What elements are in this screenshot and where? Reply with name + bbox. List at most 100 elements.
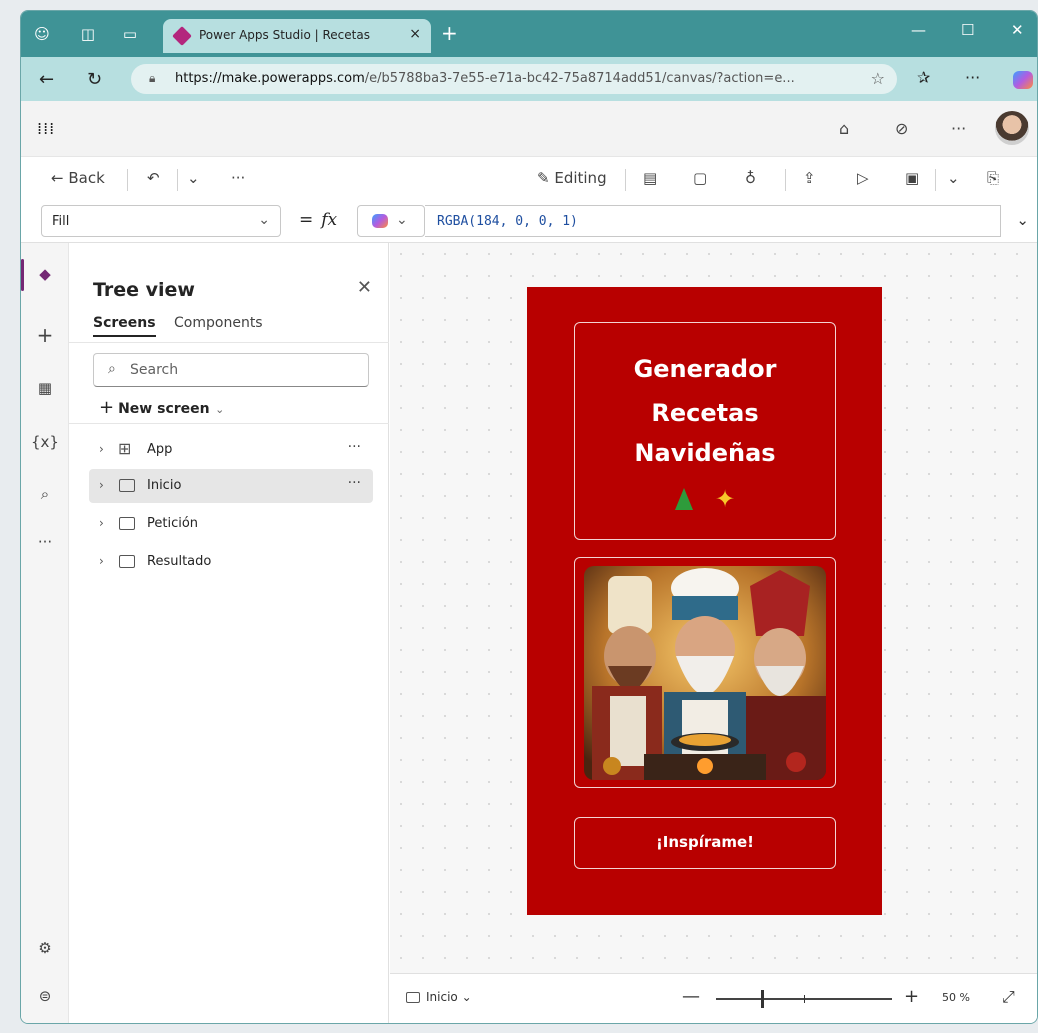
more-icon[interactable]: ··· (231, 169, 245, 187)
inspirame-button[interactable]: ¡Inspírame! (574, 817, 836, 869)
zoom-in-button[interactable]: + (904, 986, 919, 1007)
app-header: ⁞⁞⁞ ⌂ ⊘ ··· (21, 101, 1037, 157)
screen-icon (119, 517, 135, 530)
refresh-icon[interactable]: ↻ (87, 69, 102, 90)
more-icon[interactable]: ··· (348, 439, 361, 455)
stethoscope-icon[interactable]: ♁ (745, 169, 756, 187)
tab-actions-icon[interactable]: ▭ (119, 23, 141, 45)
separator (127, 169, 128, 191)
property-value: Fill (52, 214, 70, 229)
chevron-right-icon[interactable]: › (99, 554, 104, 568)
variables-icon[interactable]: {x} (21, 433, 69, 451)
editing-button[interactable]: ✎ Editing (537, 169, 607, 187)
settings-icon[interactable]: ⚙ (21, 939, 69, 957)
app-screen-inicio[interactable]: Generador Recetas Navideñas ✦ ¡Inspírame… (527, 287, 882, 915)
three-kings-cooking-image[interactable] (584, 566, 826, 780)
status-bar: Inicio ⌄ — + 50 % ⤢ (390, 973, 1037, 1023)
chevron-right-icon[interactable]: › (99, 516, 104, 530)
tree-node-inicio[interactable]: › Inicio ··· (89, 469, 373, 503)
browser-window: ☺ ◫ ▭ Power Apps Studio | Recetas × + — … (20, 10, 1038, 1024)
workspaces-icon[interactable]: ◫ (77, 23, 99, 45)
copilot-formula-button[interactable]: ⌄ (357, 205, 425, 237)
minimize-icon[interactable]: — (911, 21, 926, 39)
powerapps-icon (172, 26, 192, 46)
new-tab-button[interactable]: + (441, 21, 458, 45)
chevron-down-icon[interactable]: ⌄ (1016, 211, 1029, 229)
zoom-slider[interactable] (716, 990, 892, 1008)
tree-view-panel: Tree view ✕ Screens Components ⌕ Search … (69, 243, 389, 1023)
emoji-row: ✦ (575, 485, 835, 513)
back-arrow-icon[interactable]: ← (39, 69, 54, 90)
title-container[interactable]: Generador Recetas Navideñas ✦ (574, 322, 836, 540)
tree-node-resultado[interactable]: › Resultado (89, 545, 373, 579)
favorites-icon[interactable]: ✰ (917, 68, 930, 87)
plus-icon[interactable]: + (21, 323, 69, 347)
zoom-slider-tick (804, 995, 805, 1003)
waffle-icon[interactable]: ⁞⁞⁞ (37, 119, 55, 138)
zoom-out-button[interactable]: — (682, 986, 700, 1007)
separator (177, 169, 178, 191)
title-line-3: Navideñas (634, 439, 776, 467)
title-line-2: Recetas (651, 399, 759, 427)
chevron-down-icon[interactable]: ⌄ (187, 169, 200, 187)
chevron-right-icon[interactable]: › (99, 442, 104, 456)
share-icon[interactable]: ⇪ (803, 169, 816, 187)
more-icon[interactable]: ··· (21, 533, 69, 551)
more-icon[interactable]: ··· (348, 475, 361, 491)
new-screen-button[interactable]: + New screen ⌄ (99, 397, 224, 418)
tree-node-peticion[interactable]: › Petición (89, 507, 373, 541)
lock-icon: 🔒︎ (149, 71, 156, 85)
back-button[interactable]: ← Back (51, 169, 105, 187)
comment-icon[interactable]: ▢ (693, 169, 707, 187)
more-icon[interactable]: ··· (965, 68, 980, 87)
copilot-icon (372, 214, 388, 228)
close-icon[interactable]: × (409, 26, 421, 42)
play-icon[interactable]: ▷ (857, 169, 869, 187)
data-icon[interactable]: ▦ (21, 379, 69, 397)
save-icon[interactable]: ▣ (905, 169, 919, 187)
image-container[interactable] (574, 557, 836, 788)
formula-input[interactable]: RGBA(184, 0, 0, 1) (425, 205, 1001, 237)
node-label: App (147, 442, 173, 457)
design-canvas[interactable]: Generador Recetas Navideñas ✦ ¡Inspírame… (390, 243, 1037, 973)
avatar[interactable] (995, 111, 1029, 145)
tab-screens[interactable]: Screens (93, 315, 156, 337)
zoom-value: 50 % (942, 991, 970, 1004)
tree-view-title: Tree view (93, 279, 195, 301)
chevron-down-icon[interactable]: ⌄ (947, 169, 960, 187)
profile-icon[interactable]: ☺ (31, 23, 53, 45)
property-dropdown[interactable]: Fill ⌄ (41, 205, 281, 237)
zoom-slider-thumb[interactable] (761, 990, 764, 1008)
screen-icon (119, 555, 135, 568)
tab-powerapps[interactable]: Power Apps Studio | Recetas × (163, 19, 431, 53)
tab-title: Power Apps Studio | Recetas (199, 28, 370, 42)
close-icon[interactable]: ✕ (357, 277, 372, 298)
new-screen-label: New screen (118, 401, 210, 417)
address-bar: ← ↻ 🔒︎ https://make.powerapps.com/e/b578… (21, 57, 1037, 101)
chevron-right-icon[interactable]: › (99, 478, 104, 492)
tree-node-app[interactable]: › ⊞ App ··· (89, 433, 373, 467)
search-input[interactable]: ⌕ Search (93, 353, 369, 387)
app-icon: ⊞ (118, 439, 132, 458)
screen-selector[interactable]: Inicio ⌄ (406, 990, 472, 1004)
url-field[interactable]: 🔒︎ https://make.powerapps.com/e/b5788ba3… (131, 64, 897, 94)
environment-icon[interactable]: ⌂ (839, 119, 849, 138)
bot-icon[interactable]: ⊜ (21, 987, 69, 1005)
divider (69, 423, 389, 424)
notes-icon[interactable]: ▤ (643, 169, 657, 187)
maximize-icon[interactable]: ☐ (961, 21, 974, 39)
title-line-1: Generador (633, 355, 777, 383)
layers-icon[interactable]: ◆ (21, 265, 69, 283)
copilot-icon[interactable] (1013, 71, 1033, 89)
fit-to-window-icon[interactable]: ⤢ (1002, 987, 1015, 1007)
copilot-pane-icon[interactable]: ⊘ (895, 119, 908, 138)
search-icon[interactable]: ⌕ (21, 485, 69, 503)
back-label: Back (68, 169, 105, 187)
more-icon[interactable]: ··· (951, 119, 966, 138)
publish-icon[interactable]: ⎘ (987, 169, 999, 187)
favorite-star-icon[interactable]: ☆ (871, 69, 885, 88)
window-close-icon[interactable]: ✕ (1011, 21, 1024, 39)
undo-icon[interactable]: ↶ (147, 169, 160, 187)
node-label: Resultado (147, 554, 212, 569)
tab-components[interactable]: Components (174, 315, 263, 331)
